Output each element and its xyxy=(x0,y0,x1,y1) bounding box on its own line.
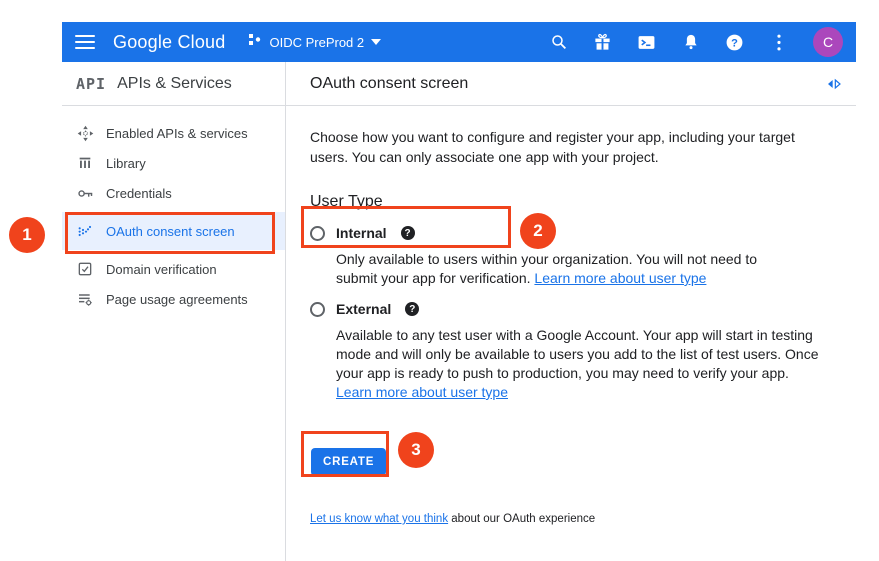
annotation-step-3: 3 xyxy=(398,432,434,468)
help-icon[interactable]: ? xyxy=(725,33,744,52)
external-learn-more-link[interactable]: Learn more about user type xyxy=(336,384,508,400)
internal-help-icon[interactable]: ? xyxy=(401,226,415,240)
menu-icon[interactable] xyxy=(75,35,95,49)
external-description-text: Available to any test user with a Google… xyxy=(336,327,819,381)
feedback-row: Let us know what you think about our OAu… xyxy=(310,513,836,525)
sidebar-header: API APIs & Services xyxy=(62,62,286,105)
create-button[interactable]: CREATE xyxy=(311,448,386,476)
external-option-row: External ? xyxy=(310,301,836,317)
main-content: Choose how you want to configure and reg… xyxy=(286,106,856,561)
sidebar-item-library[interactable]: Library xyxy=(62,148,285,178)
user-type-heading: User Type xyxy=(310,193,836,211)
domain-verification-icon xyxy=(76,260,94,278)
sidebar-item-credentials[interactable]: Credentials xyxy=(62,178,285,208)
sidebar-item-label: OAuth consent screen xyxy=(106,224,235,239)
internal-radio[interactable] xyxy=(310,226,325,241)
header-row: API APIs & Services OAuth consent screen xyxy=(62,62,856,106)
google-cloud-logo: Google Cloud xyxy=(113,32,225,53)
library-icon xyxy=(76,154,94,172)
sidebar-item-label: Domain verification xyxy=(106,262,217,277)
gifts-icon[interactable] xyxy=(593,33,612,52)
search-icon[interactable] xyxy=(549,33,568,52)
sidebar-item-enabled-apis[interactable]: Enabled APIs & services xyxy=(62,118,285,148)
sidebar-item-page-usage-agreements[interactable]: Page usage agreements xyxy=(62,284,285,314)
api-logo: API xyxy=(76,75,106,93)
external-description: Available to any test user with a Google… xyxy=(336,326,823,402)
sidebar-item-label: Credentials xyxy=(106,186,172,201)
internal-learn-more-link[interactable]: Learn more about user type xyxy=(534,270,706,286)
topbar: Google Cloud OIDC PreProd 2 ? xyxy=(62,22,856,62)
svg-text:?: ? xyxy=(731,37,738,49)
feedback-text: about our OAuth experience xyxy=(448,513,595,525)
project-selector[interactable]: OIDC PreProd 2 xyxy=(247,32,381,52)
chevron-down-icon xyxy=(371,39,381,45)
annotation-step-2: 2 xyxy=(520,213,556,249)
cloud-shell-icon[interactable] xyxy=(637,33,656,52)
project-name: OIDC PreProd 2 xyxy=(269,35,364,50)
page-title: OAuth consent screen xyxy=(310,75,468,93)
sidebar-item-label: Enabled APIs & services xyxy=(106,126,248,141)
project-switcher-icon xyxy=(247,32,262,52)
sidebar-item-oauth-consent-screen[interactable]: OAuth consent screen xyxy=(62,212,285,250)
intro-text: Choose how you want to configure and reg… xyxy=(310,127,805,167)
sidebar-item-domain-verification[interactable]: Domain verification xyxy=(62,254,285,284)
internal-option-row: Internal ? xyxy=(310,225,836,241)
internal-description: Only available to users within your orga… xyxy=(336,250,794,288)
google-cloud-console: Google Cloud OIDC PreProd 2 ? xyxy=(62,22,856,561)
collapse-panel-icon[interactable] xyxy=(826,76,842,92)
sidebar-item-label: Page usage agreements xyxy=(106,292,248,307)
annotation-step-1: 1 xyxy=(9,217,45,253)
sidebar: Enabled APIs & services Library Credenti… xyxy=(62,106,286,561)
avatar[interactable]: C xyxy=(813,27,843,57)
external-help-icon[interactable]: ? xyxy=(405,302,419,316)
page-usage-icon xyxy=(76,290,94,308)
external-radio[interactable] xyxy=(310,302,325,317)
external-label: External xyxy=(336,301,391,317)
oauth-consent-icon xyxy=(76,222,94,240)
enabled-apis-icon xyxy=(76,124,94,142)
feedback-link[interactable]: Let us know what you think xyxy=(310,513,448,525)
notifications-icon[interactable] xyxy=(681,33,700,52)
internal-label: Internal xyxy=(336,225,387,241)
sidebar-title: APIs & Services xyxy=(117,75,232,93)
sidebar-item-label: Library xyxy=(106,156,146,171)
key-icon xyxy=(76,184,94,202)
more-icon[interactable] xyxy=(769,33,788,52)
